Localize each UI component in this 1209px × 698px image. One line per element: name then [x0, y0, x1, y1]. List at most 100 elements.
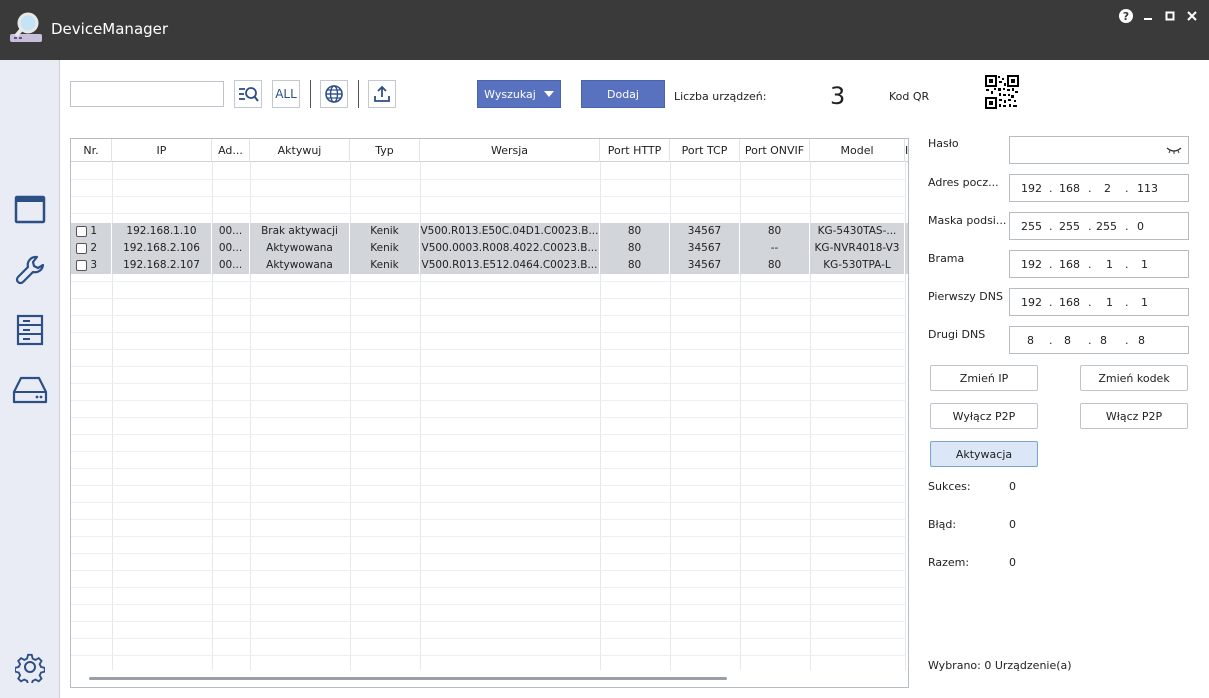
- activation-button[interactable]: Aktywacja: [930, 441, 1038, 467]
- cell-type: Kenik: [350, 240, 420, 257]
- server-icon: [16, 314, 44, 346]
- add-device-button[interactable]: Dodaj: [581, 80, 665, 108]
- grid-line: [71, 519, 906, 520]
- grid-line: [71, 536, 906, 537]
- column-header-activate[interactable]: Aktywuj: [250, 139, 350, 162]
- show-all-button[interactable]: ALL: [272, 80, 300, 108]
- success-count: 0: [1009, 480, 1016, 493]
- row-checkbox[interactable]: [76, 225, 87, 237]
- grid-line: [71, 502, 906, 503]
- title-bar: DeviceManager ?: [0, 0, 1209, 60]
- gateway-label: Brama: [928, 252, 965, 265]
- search-input[interactable]: [70, 81, 224, 107]
- maximize-icon: [1165, 11, 1175, 21]
- ip-address-field[interactable]: 192 . 168 . 2 . 113: [1009, 174, 1189, 202]
- close-icon: [1187, 11, 1197, 21]
- mask-octet: 255: [1021, 220, 1042, 233]
- export-button[interactable]: [368, 80, 396, 108]
- help-icon: ?: [1119, 9, 1133, 23]
- change-ip-button[interactable]: Zmień IP: [930, 365, 1038, 391]
- ip-octet: 113: [1137, 182, 1158, 195]
- error-label: Błąd:: [928, 518, 957, 531]
- password-field[interactable]: [1009, 136, 1189, 164]
- toolbar-separator: [310, 80, 311, 108]
- column-header-address[interactable]: Ad...: [212, 139, 250, 162]
- app-title: DeviceManager: [51, 20, 169, 38]
- cell-address: 00...: [212, 223, 250, 240]
- eye-closed-icon[interactable]: [1166, 146, 1182, 154]
- device-table: Nr. IP Ad... Aktywuj Typ Wersja Port HTT…: [70, 138, 909, 688]
- row-checkbox-cell[interactable]: 3: [71, 257, 112, 274]
- grid-line: [71, 638, 906, 639]
- app-logo-icon: [10, 12, 42, 42]
- close-button[interactable]: [1181, 7, 1203, 25]
- sidebar-item-tools[interactable]: [12, 252, 48, 288]
- cell-ip: 192.168.2.106: [112, 240, 212, 257]
- cell-model: KG-NVR4018-V3: [810, 240, 905, 257]
- gateway-field[interactable]: 192 . 168 . 1 . 1: [1009, 250, 1189, 278]
- row-checkbox[interactable]: [76, 259, 87, 271]
- row-checkbox-cell[interactable]: 1: [71, 223, 112, 240]
- row-checkbox-cell[interactable]: 2: [71, 240, 112, 257]
- column-header-more[interactable]: I: [905, 139, 908, 162]
- disable-p2p-button[interactable]: Wyłącz P2P: [930, 403, 1038, 429]
- cell-port-onvif: 80: [740, 223, 810, 240]
- cell-activate: Aktywowana: [250, 257, 350, 274]
- network-button[interactable]: [320, 80, 348, 108]
- search-devices-label: Wyszukaj: [484, 87, 536, 101]
- minimize-button[interactable]: [1137, 7, 1159, 25]
- help-button[interactable]: ?: [1115, 7, 1137, 25]
- gear-icon: [15, 653, 45, 683]
- row-checkbox[interactable]: [76, 242, 87, 254]
- change-codec-button[interactable]: Zmień kodek: [1080, 365, 1188, 391]
- cell-version: V500.0003.R008.4022.C0023.B...: [420, 240, 600, 257]
- grid-line: [71, 196, 906, 197]
- grid-line: [71, 179, 906, 180]
- window-icon: [14, 195, 46, 224]
- sidebar-item-storage[interactable]: [12, 372, 48, 408]
- search-devices-button[interactable]: Wyszukaj: [477, 80, 561, 108]
- grid-line: [71, 349, 906, 350]
- device-count-value: 3: [830, 82, 846, 110]
- column-header-port-tcp[interactable]: Port TCP: [670, 139, 740, 162]
- qr-code-icon[interactable]: [985, 75, 1019, 109]
- sidebar-item-list[interactable]: [12, 312, 48, 348]
- column-header-port-onvif[interactable]: Port ONVIF: [740, 139, 810, 162]
- horizontal-scrollbar[interactable]: [89, 677, 727, 680]
- dns-octet: 8: [1064, 334, 1071, 347]
- chevron-down-icon: [543, 91, 554, 97]
- sidebar-item-devices[interactable]: [12, 192, 48, 228]
- mask-octet: 255: [1096, 220, 1117, 233]
- table-row[interactable]: 2 192.168.2.106 00... Aktywowana Kenik V…: [71, 240, 908, 257]
- qr-code-label: Kod QR: [889, 90, 930, 103]
- column-header-type[interactable]: Typ: [350, 139, 420, 162]
- sidebar-item-settings[interactable]: [12, 650, 48, 686]
- password-label: Hasło: [928, 137, 959, 150]
- subnet-mask-label: Maska podsi...: [928, 214, 1007, 227]
- column-header-ip[interactable]: IP: [112, 139, 212, 162]
- grid-line: [71, 434, 906, 435]
- cell-model: KG-530TPA-L: [810, 257, 905, 274]
- cell-type: Kenik: [350, 223, 420, 240]
- total-count: 0: [1009, 556, 1016, 569]
- primary-dns-field[interactable]: 192 . 168 . 1 . 1: [1009, 288, 1189, 316]
- maximize-button[interactable]: [1159, 7, 1181, 25]
- subnet-mask-field[interactable]: 255 . 255 . 255 . 0: [1009, 212, 1189, 240]
- column-header-nr[interactable]: Nr.: [71, 139, 112, 162]
- minimize-icon: [1144, 18, 1152, 20]
- grid-line: [71, 655, 906, 656]
- secondary-dns-field[interactable]: 8 . 8 . 8 . 8: [1009, 326, 1189, 354]
- list-search-icon: [239, 87, 259, 102]
- table-row[interactable]: 1 192.168.1.10 00... Brak aktywacji Keni…: [71, 223, 908, 240]
- column-header-port-http[interactable]: Port HTTP: [600, 139, 670, 162]
- ip-octet: 168: [1059, 182, 1080, 195]
- table-row[interactable]: 3 192.168.2.107 00... Aktywowana Kenik V…: [71, 257, 908, 274]
- search-filter-button[interactable]: [234, 80, 262, 108]
- enable-p2p-button[interactable]: Włącz P2P: [1080, 403, 1188, 429]
- column-header-model[interactable]: Model: [810, 139, 905, 162]
- grid-line: [71, 332, 906, 333]
- cell-ip: 192.168.2.107: [112, 257, 212, 274]
- cell-activate: Brak aktywacji: [250, 223, 350, 240]
- column-header-version[interactable]: Wersja: [420, 139, 600, 162]
- success-label: Sukces:: [928, 480, 971, 493]
